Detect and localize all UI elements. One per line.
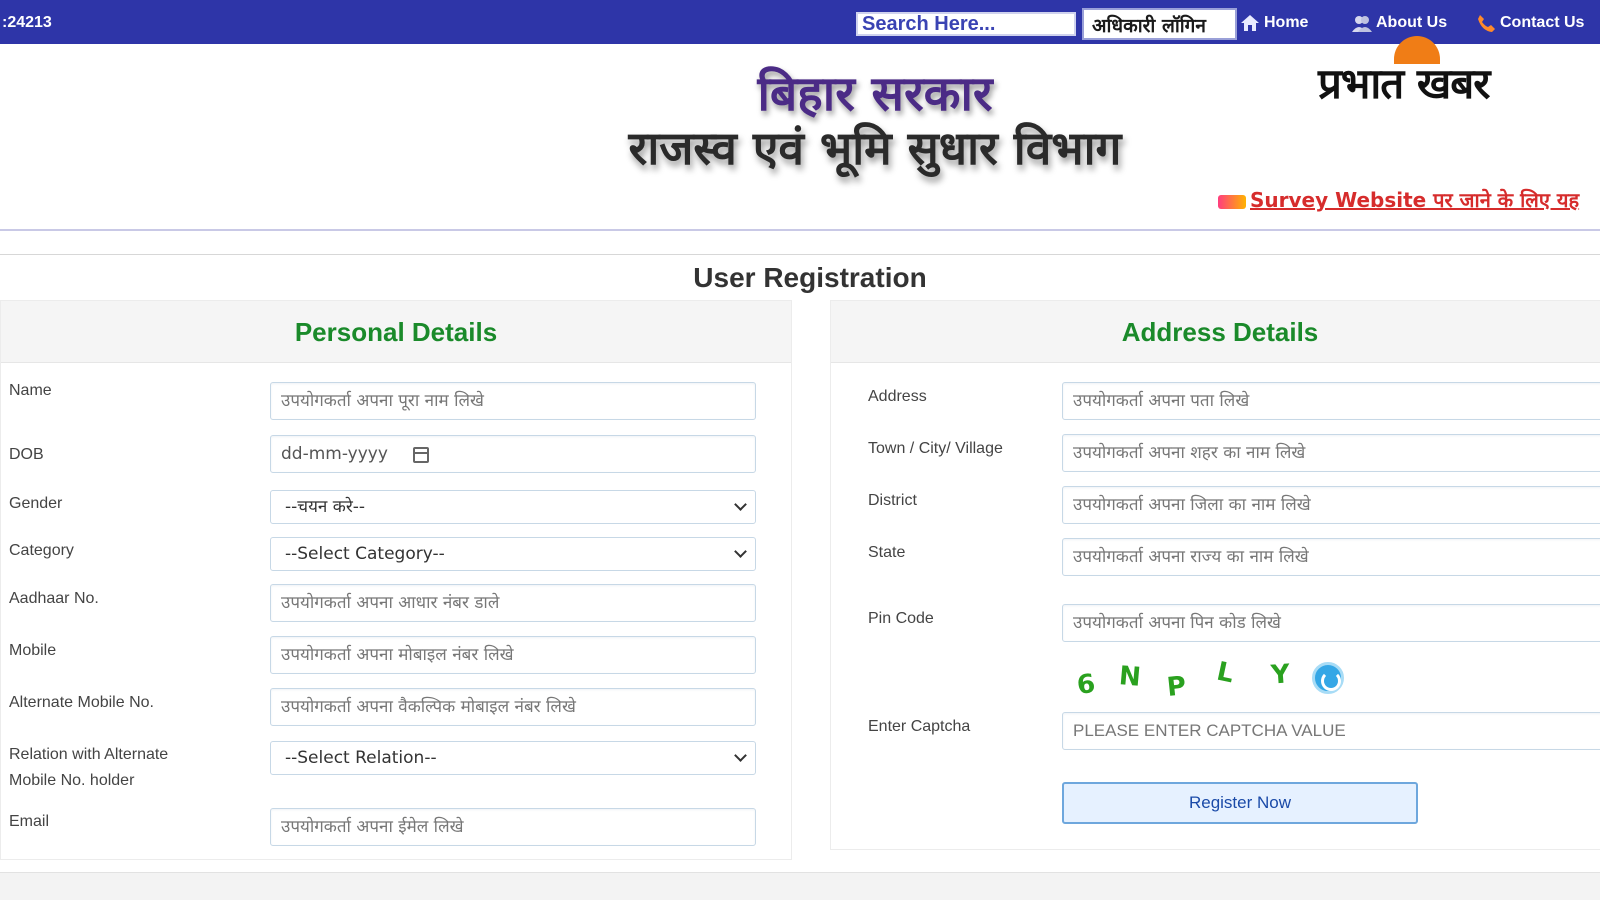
captcha-label: Enter Captcha bbox=[868, 718, 971, 735]
category-select[interactable]: --Select Category-- bbox=[270, 537, 756, 571]
home-icon bbox=[1241, 15, 1259, 31]
users-icon bbox=[1352, 16, 1372, 32]
district-input[interactable]: उपयोगकर्ता अपना जिला का नाम लिखे bbox=[1062, 486, 1600, 524]
dob-placeholder: dd-mm-yyyy bbox=[281, 444, 388, 464]
nav-about-link[interactable]: About Us bbox=[1352, 14, 1447, 32]
mobile-label: Mobile bbox=[9, 642, 57, 659]
logo-text: प्रभात खबर bbox=[1318, 59, 1490, 108]
register-now-button[interactable]: Register Now bbox=[1062, 782, 1418, 824]
state-input[interactable]: उपयोगकर्ता अपना राज्य का नाम लिखे bbox=[1062, 538, 1600, 576]
chevron-down-icon bbox=[734, 498, 747, 511]
nav-contact-label: Contact Us bbox=[1500, 14, 1585, 31]
relation-selected-value: --Select Relation-- bbox=[285, 748, 437, 768]
section-divider bbox=[0, 254, 1600, 255]
gender-select[interactable]: --चयन करे-- bbox=[270, 490, 756, 524]
gender-selected-value: --चयन करे-- bbox=[285, 497, 366, 517]
category-label: Category bbox=[9, 542, 74, 559]
header-divider bbox=[0, 229, 1600, 231]
pincode-label: Pin Code bbox=[868, 610, 934, 627]
state-label: State bbox=[868, 544, 906, 561]
gender-label: Gender bbox=[9, 495, 63, 512]
visitor-counter: :24213 bbox=[2, 14, 52, 31]
captcha-char: P bbox=[1165, 671, 1188, 703]
relation-label-line1: Relation with Alternate bbox=[9, 746, 169, 763]
phone-icon bbox=[1478, 15, 1495, 32]
department-title: राजस्व एवं भूमि सुधार विभाग bbox=[628, 121, 1122, 175]
dob-input[interactable]: dd-mm-yyyy bbox=[270, 435, 756, 473]
nav-home-link[interactable]: Home bbox=[1240, 14, 1308, 32]
officer-login-button[interactable]: अधिकारी लॉगिन bbox=[1082, 8, 1237, 40]
aadhaar-label: Aadhaar No. bbox=[9, 590, 99, 607]
name-label: Name bbox=[9, 382, 52, 399]
town-label: Town / City/ Village bbox=[868, 440, 1003, 457]
address-input[interactable]: उपयोगकर्ता अपना पता लिखे bbox=[1062, 382, 1600, 420]
aadhaar-input[interactable]: उपयोगकर्ता अपना आधार नंबर डाले bbox=[270, 584, 756, 622]
captcha-char: N bbox=[1117, 661, 1143, 693]
alt-mobile-input[interactable]: उपयोगकर्ता अपना वैकल्पिक मोबाइल नंबर लिख… bbox=[270, 688, 756, 726]
captcha-char: 6 bbox=[1075, 668, 1098, 702]
nav-home-label: Home bbox=[1264, 14, 1309, 31]
personal-details-heading: Personal Details bbox=[1, 301, 791, 363]
survey-website-link[interactable]: Survey Website पर जाने के लिए यह bbox=[1218, 186, 1600, 213]
email-label: Email bbox=[9, 813, 50, 830]
dob-label: DOB bbox=[9, 446, 44, 463]
address-label: Address bbox=[868, 388, 927, 405]
relation-label-line2: Mobile No. holder bbox=[9, 772, 135, 789]
town-input[interactable]: उपयोगकर्ता अपना शहर का नाम लिखे bbox=[1062, 434, 1600, 472]
captcha-input[interactable]: PLEASE ENTER CAPTCHA VALUE bbox=[1062, 712, 1600, 750]
alt-mobile-label: Alternate Mobile No. bbox=[9, 694, 154, 711]
new-badge-icon bbox=[1218, 194, 1246, 209]
captcha-char: L bbox=[1214, 656, 1237, 690]
address-details-heading: Address Details bbox=[831, 301, 1600, 363]
relation-select[interactable]: --Select Relation-- bbox=[270, 741, 756, 775]
search-input[interactable]: Search Here... bbox=[856, 12, 1076, 36]
survey-link-text: Survey Website पर जाने के लिए यह bbox=[1250, 188, 1580, 212]
captcha-char: Y bbox=[1269, 659, 1291, 691]
category-selected-value: --Select Category-- bbox=[285, 544, 445, 564]
email-input[interactable]: उपयोगकर्ता अपना ईमेल लिखे bbox=[270, 808, 756, 846]
footer-strip bbox=[0, 872, 1600, 900]
nav-contact-link[interactable]: Contact Us bbox=[1476, 14, 1584, 32]
nav-about-label: About Us bbox=[1376, 14, 1448, 31]
page-title: User Registration bbox=[693, 262, 927, 293]
prabhat-khabar-logo: प्रभात खबर bbox=[1318, 36, 1538, 108]
district-label: District bbox=[868, 492, 917, 509]
name-input[interactable]: उपयोगकर्ता अपना पूरा नाम लिखे bbox=[270, 382, 756, 420]
pincode-input[interactable]: उपयोगकर्ता अपना पिन कोड लिखे bbox=[1062, 604, 1600, 642]
refresh-captcha-icon[interactable] bbox=[1312, 662, 1344, 694]
chevron-down-icon bbox=[734, 545, 747, 558]
chevron-down-icon bbox=[734, 749, 747, 762]
mobile-input[interactable]: उपयोगकर्ता अपना मोबाइल नंबर लिखे bbox=[270, 636, 756, 674]
calendar-icon[interactable] bbox=[413, 447, 429, 463]
